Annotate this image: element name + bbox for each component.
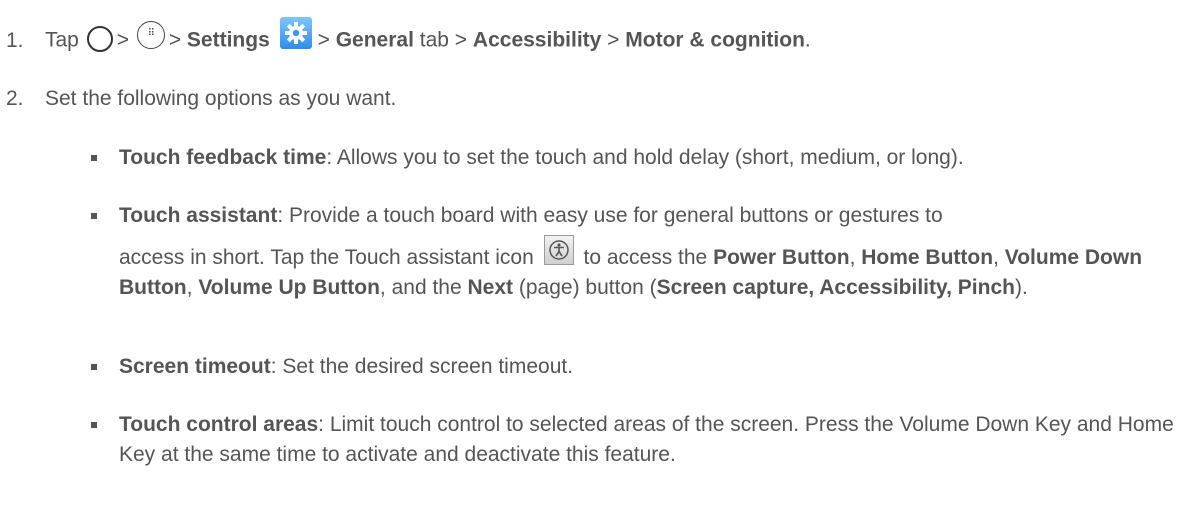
home-button-label: Home Button bbox=[861, 246, 994, 269]
home-circle-icon bbox=[86, 26, 113, 52]
option-title: Touch assistant bbox=[119, 204, 278, 227]
option-text: Touch feedback time: Allows you to set t… bbox=[119, 143, 1191, 173]
option-title: Touch control areas bbox=[119, 413, 319, 436]
text-run: to access the bbox=[583, 246, 708, 269]
step-text: Tap bbox=[45, 28, 79, 52]
settings-label: Settings bbox=[186, 28, 270, 52]
period: . bbox=[804, 28, 811, 52]
accessibility-label: Accessibility bbox=[472, 28, 602, 52]
separator: > bbox=[607, 28, 620, 52]
extras-label: Screen capture, Accessibility, Pinch bbox=[656, 276, 1015, 300]
general-label: General bbox=[335, 28, 414, 52]
text-run: , and the bbox=[379, 276, 462, 300]
step-number: 1. bbox=[6, 28, 24, 52]
option-title: Touch feedback time bbox=[119, 146, 327, 169]
text-run: , bbox=[993, 246, 999, 269]
motor-cognition-label: Motor & cognition bbox=[625, 28, 805, 52]
step-text: Set the following options as you want. bbox=[45, 87, 397, 110]
option-title: Screen timeout bbox=[119, 355, 271, 378]
touch-assistant-icon bbox=[543, 235, 574, 266]
option-text: Touch control areas: Limit touch control… bbox=[119, 410, 1191, 470]
bullet-mark bbox=[91, 364, 97, 370]
separator: > bbox=[317, 28, 330, 52]
text-run: (page) button ( bbox=[518, 276, 657, 300]
bullet-mark bbox=[91, 422, 97, 428]
step-number: 2. bbox=[6, 87, 24, 110]
option-description: : Allows you to set the touch and hold d… bbox=[326, 146, 964, 169]
tab-text: tab > bbox=[419, 28, 468, 52]
power-button-label: Power Button bbox=[713, 246, 850, 269]
step-1: 1. Tap > ⠿ > Settings > General tab > Acce… bbox=[6, 17, 811, 57]
apps-icon: ⠿ bbox=[136, 21, 165, 49]
option-text: Touch assistant: Provide a touch board w… bbox=[119, 201, 1191, 303]
separator: > bbox=[168, 28, 182, 52]
text-run: , bbox=[186, 276, 193, 300]
text-run: , bbox=[849, 246, 856, 269]
text-run: ). bbox=[1014, 276, 1028, 300]
option-text: Screen timeout: Set the desired screen t… bbox=[119, 352, 1191, 382]
bullet-mark bbox=[91, 155, 97, 161]
option-description: : Set the desired screen timeout. bbox=[270, 355, 574, 378]
bullet-mark bbox=[91, 213, 97, 219]
option-description: : Provide a touch board with easy use fo… bbox=[277, 204, 943, 227]
separator: > bbox=[116, 28, 129, 52]
option-description-cont: access in short. Tap the Touch assistant… bbox=[119, 235, 1191, 303]
settings-gear-icon bbox=[279, 17, 312, 49]
next-label: Next bbox=[467, 276, 514, 300]
volume-up-button-label: Volume Up Button bbox=[198, 276, 380, 300]
step-2: 2. Set the following options as you want. bbox=[6, 84, 396, 114]
text-run: access in short. Tap the Touch assistant… bbox=[119, 246, 534, 269]
